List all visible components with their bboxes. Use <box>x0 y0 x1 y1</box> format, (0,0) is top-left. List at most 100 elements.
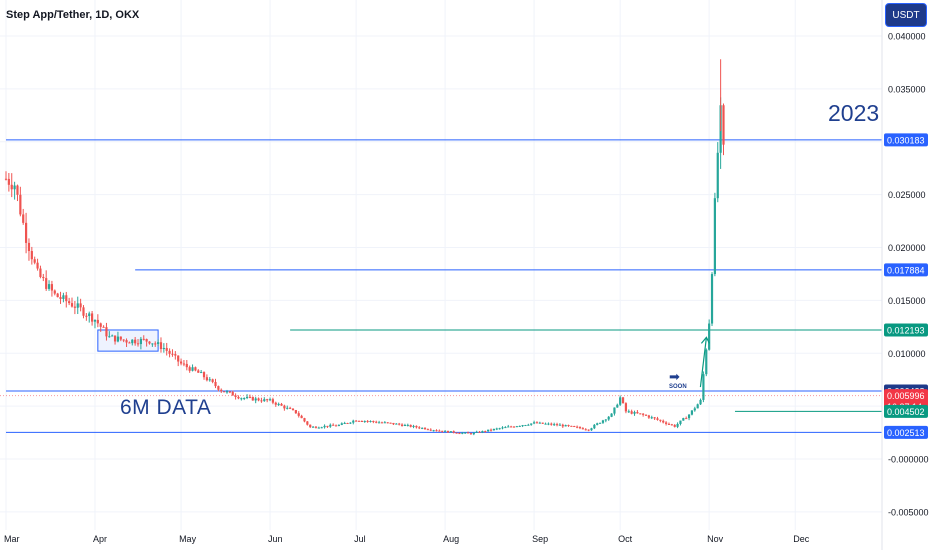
candle-body <box>705 349 708 375</box>
candle-body <box>309 424 312 428</box>
candle-body <box>682 418 685 421</box>
candle-body <box>188 367 191 371</box>
candle-body <box>512 426 516 428</box>
candle-body <box>357 420 361 422</box>
x-tick-label: May <box>179 534 197 544</box>
candle-body <box>716 152 719 199</box>
candle-body <box>202 372 206 378</box>
candle-body <box>630 411 633 414</box>
candle-body <box>62 295 65 299</box>
candle-body <box>283 405 286 409</box>
candle-body <box>415 425 418 428</box>
candle-body <box>91 313 94 322</box>
candle-body <box>406 424 409 426</box>
candle-body <box>464 432 467 434</box>
candle-body <box>504 427 507 429</box>
candle-body <box>564 425 567 427</box>
candle-body <box>607 416 610 420</box>
candle-body <box>13 185 16 190</box>
candle-body <box>154 343 157 345</box>
candle-body <box>96 319 99 324</box>
chart-grid <box>0 0 882 530</box>
candle-body <box>685 418 688 420</box>
candle-body <box>108 336 111 338</box>
candle-body <box>220 389 223 392</box>
candle-body <box>214 381 217 387</box>
candle-body <box>355 420 358 422</box>
candle-body <box>555 424 559 426</box>
candle-body <box>627 411 630 413</box>
candle-body <box>492 428 495 431</box>
candle-body <box>670 424 673 426</box>
six-month-annotation: 6M DATA <box>120 396 212 419</box>
candle-body <box>489 429 493 431</box>
candle-body <box>268 399 272 401</box>
candle-body <box>119 336 122 340</box>
candle-body <box>128 342 131 344</box>
candle-body <box>113 335 117 342</box>
candle-body <box>320 427 323 429</box>
candle-body <box>257 398 260 401</box>
candle-body <box>667 423 671 425</box>
candle-body <box>421 427 424 429</box>
candle-body <box>444 430 447 432</box>
candle-body <box>650 417 653 419</box>
year-annotation: 2023 <box>828 100 880 126</box>
candle-body <box>679 420 682 424</box>
candle-body <box>553 424 556 426</box>
candle-body <box>610 413 613 417</box>
candle-body <box>690 410 694 415</box>
candle-body <box>223 391 226 393</box>
candle-body <box>291 408 295 411</box>
candle-body <box>624 403 628 412</box>
candle-body <box>510 426 513 428</box>
candle-body <box>33 259 36 263</box>
candle-body <box>478 431 481 433</box>
candle-body <box>168 350 171 354</box>
x-tick-label: Dec <box>793 534 810 544</box>
x-tick-label: Jun <box>268 534 283 544</box>
candle-body <box>538 422 541 424</box>
candle-body <box>475 431 478 433</box>
candle-body <box>481 431 484 433</box>
x-tick-label: Apr <box>93 534 107 544</box>
candle-body <box>93 319 97 322</box>
right-arrow-icon: ➡ <box>669 369 680 384</box>
candle-body <box>240 398 243 400</box>
candle-body <box>159 342 163 350</box>
candle-body <box>647 415 650 418</box>
candle-body <box>659 419 662 421</box>
candle-body <box>676 423 679 427</box>
candle-body <box>561 424 564 427</box>
candle-body <box>263 399 266 402</box>
currency-button[interactable]: USDT <box>885 3 927 27</box>
x-tick-label: Aug <box>443 534 459 544</box>
candle-body <box>372 420 375 422</box>
candle-body <box>346 423 349 425</box>
x-tick-label: Jul <box>354 534 366 544</box>
candle-body <box>423 427 427 430</box>
candle-body <box>116 336 120 342</box>
candle-body <box>185 363 188 368</box>
candle-body <box>530 423 533 425</box>
candle-body <box>148 341 151 344</box>
candle-body <box>294 410 297 414</box>
candle-body <box>363 420 366 422</box>
candle-body <box>274 402 277 405</box>
candle-body <box>435 430 438 432</box>
candle-body <box>68 301 71 304</box>
y-tick-label: 0.040000 <box>888 32 926 42</box>
candle-body <box>131 339 134 344</box>
candle-body <box>472 432 475 435</box>
candle-body <box>541 422 544 424</box>
candle-body <box>248 396 252 398</box>
candle-body <box>99 323 102 327</box>
candle-body <box>567 425 570 427</box>
price-chart[interactable]: 0.040000 0.035000 0.025000 0.020000 0.015000… <box>0 0 932 550</box>
candle-body <box>306 421 309 425</box>
y-tick-label: 0.025000 <box>888 190 926 200</box>
candle-body <box>271 399 275 403</box>
price-level-label: 0.002513 <box>887 428 925 438</box>
y-tick-label: 0.015000 <box>888 296 926 306</box>
candle-body <box>174 354 177 356</box>
